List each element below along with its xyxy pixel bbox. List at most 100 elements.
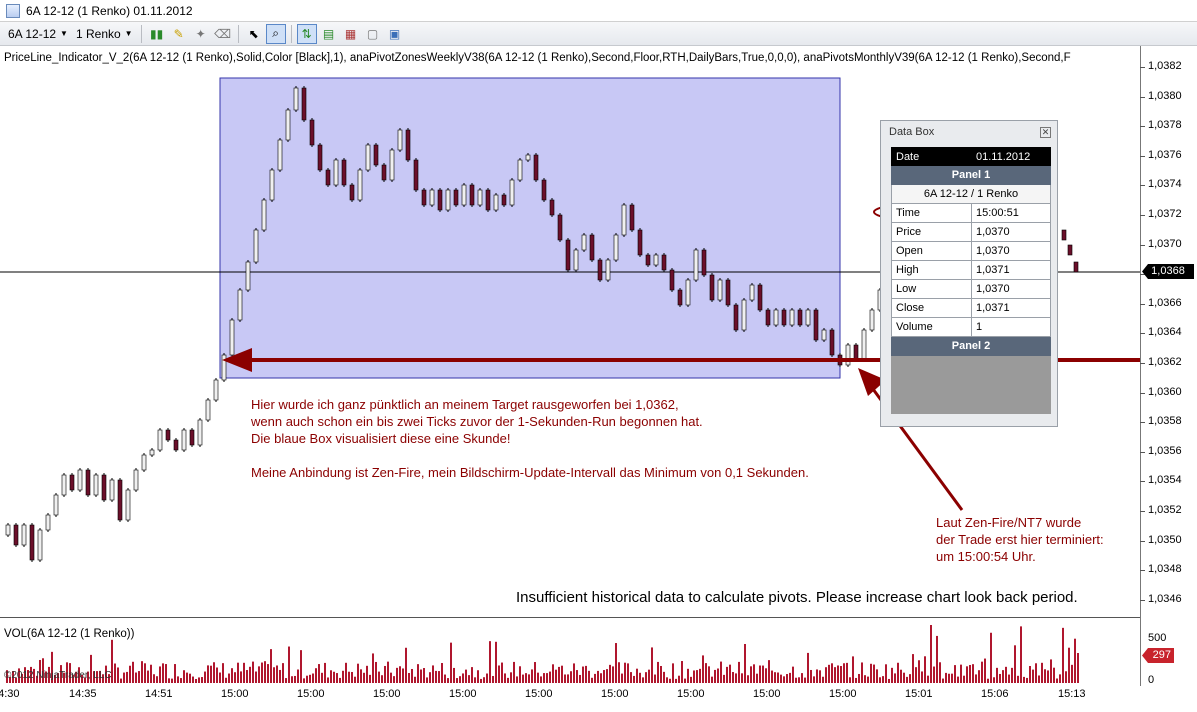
volume-bar xyxy=(990,632,992,683)
eraser-icon[interactable]: ⌫ xyxy=(213,24,233,44)
volume-bar xyxy=(585,665,587,683)
volume-bar xyxy=(618,662,620,683)
volume-bar xyxy=(636,668,638,683)
chart-toolbar: 6A 12-12 ▼ 1 Renko ▼ ▮▮ ✎ ✦ ⌫ ⬉ ⌕ ⇅ ▤ ▦ ▢ … xyxy=(0,22,1197,46)
volume-bar xyxy=(1014,645,1016,683)
instrument-label: 6A 12-12 xyxy=(8,26,57,41)
data-box-panel-header: Panel 1 xyxy=(891,166,1051,185)
volume-bar xyxy=(996,667,998,683)
volume-bar xyxy=(219,672,221,683)
volume-bar xyxy=(345,662,347,683)
volume-bar xyxy=(612,666,614,683)
price-axis-label: 1,0358 xyxy=(1148,415,1182,428)
price-axis-tick xyxy=(1140,570,1145,572)
volume-bar xyxy=(402,668,404,683)
data-box-row-date: Date 01.11.2012 xyxy=(891,147,1051,166)
volume-bar xyxy=(1071,664,1073,683)
properties-icon[interactable]: ▢ xyxy=(363,24,383,44)
volume-bar xyxy=(870,663,872,683)
data-box-value: 1,0370 xyxy=(976,283,1010,295)
volume-bar xyxy=(840,666,842,683)
volume-bar xyxy=(609,664,611,683)
volume-bar xyxy=(330,670,332,683)
renko-bar xyxy=(149,449,155,456)
volume-bar xyxy=(690,676,692,683)
volume-bar xyxy=(1044,669,1046,683)
volume-axis-label: 500 xyxy=(1148,632,1167,644)
volume-bar xyxy=(885,664,887,683)
volume-bar xyxy=(900,669,902,683)
volume-bar xyxy=(852,656,854,683)
data-series-icon[interactable]: ⇅ xyxy=(296,23,317,44)
volume-bar xyxy=(303,678,305,683)
volume-bar xyxy=(222,663,224,683)
renko-bar xyxy=(205,399,211,421)
renko-bar xyxy=(53,494,59,516)
volume-bar xyxy=(300,650,302,683)
renko-bar xyxy=(285,109,291,141)
cursor-icon[interactable]: ⬉ xyxy=(244,24,264,44)
panel-separator[interactable] xyxy=(0,617,1140,618)
close-icon[interactable]: ✕ xyxy=(1040,126,1051,138)
volume-bar xyxy=(177,676,179,683)
time-axis-label: 15:00 xyxy=(601,688,629,700)
renko-bar xyxy=(189,429,195,446)
annotation-side: Laut Zen-Fire/NT7 wurde der Trade erst h… xyxy=(936,514,1104,565)
volume-bar xyxy=(723,674,725,683)
renko-bar xyxy=(853,344,859,361)
volume-bar xyxy=(435,670,437,683)
strategies-icon[interactable]: ▦ xyxy=(341,24,361,44)
volume-bar xyxy=(684,678,686,683)
renko-bar xyxy=(301,87,307,121)
renko-bar xyxy=(1073,261,1079,273)
volume-bar xyxy=(969,664,971,683)
volume-bar xyxy=(543,673,545,683)
pin-icon[interactable]: ✦ xyxy=(191,24,211,44)
volume-bar xyxy=(1020,626,1022,683)
volume-bar xyxy=(381,675,383,683)
data-box-key: Time xyxy=(892,204,972,222)
volume-bar xyxy=(246,670,248,683)
volume-bar xyxy=(843,663,845,683)
volume-bar xyxy=(705,663,707,683)
volume-bar xyxy=(801,673,803,683)
indicators-icon[interactable]: ▤ xyxy=(319,24,339,44)
data-box-titlebar[interactable]: Data Box ✕ xyxy=(881,121,1057,143)
volume-bar xyxy=(1074,638,1076,683)
volume-bar xyxy=(978,670,980,683)
volume-bar xyxy=(213,662,215,683)
volume-bar xyxy=(891,667,893,683)
renko-bar xyxy=(429,189,435,206)
drawing-pencil-icon[interactable]: ✎ xyxy=(169,24,189,44)
data-box-window[interactable]: Data Box ✕ Date 01.11.2012 Panel 1 6A 12… xyxy=(880,120,1058,427)
volume-bar xyxy=(1023,676,1025,683)
renko-bar xyxy=(493,194,499,211)
volume-bar xyxy=(558,666,560,683)
chart-style-icon[interactable]: ▮▮ xyxy=(147,24,167,44)
zoom-icon[interactable]: ⌕ xyxy=(265,23,286,44)
renko-bar xyxy=(173,439,179,451)
volume-bar xyxy=(975,674,977,683)
volume-bar xyxy=(987,678,989,683)
volume-bar xyxy=(633,675,635,683)
volume-bar xyxy=(363,672,365,683)
volume-bar xyxy=(876,669,878,683)
instrument-dropdown[interactable]: 6A 12-12 ▼ xyxy=(4,24,72,44)
price-axis-tick xyxy=(1140,363,1145,364)
renko-bar xyxy=(701,249,707,276)
volume-bar xyxy=(726,666,728,683)
volume-bar xyxy=(897,662,899,683)
period-dropdown[interactable]: 1 Renko ▼ xyxy=(72,24,137,44)
renko-bar xyxy=(117,479,123,521)
volume-bar xyxy=(465,669,467,683)
renko-bar xyxy=(245,261,251,291)
data-box-icon[interactable]: ▣ xyxy=(385,24,405,44)
volume-bar xyxy=(174,664,176,683)
volume-bar xyxy=(957,676,959,683)
volume-bar xyxy=(648,669,650,683)
renko-bar xyxy=(797,309,803,326)
renko-bar xyxy=(573,249,579,271)
renko-bar xyxy=(157,429,163,451)
renko-bar xyxy=(93,474,99,496)
renko-bar xyxy=(789,309,795,326)
